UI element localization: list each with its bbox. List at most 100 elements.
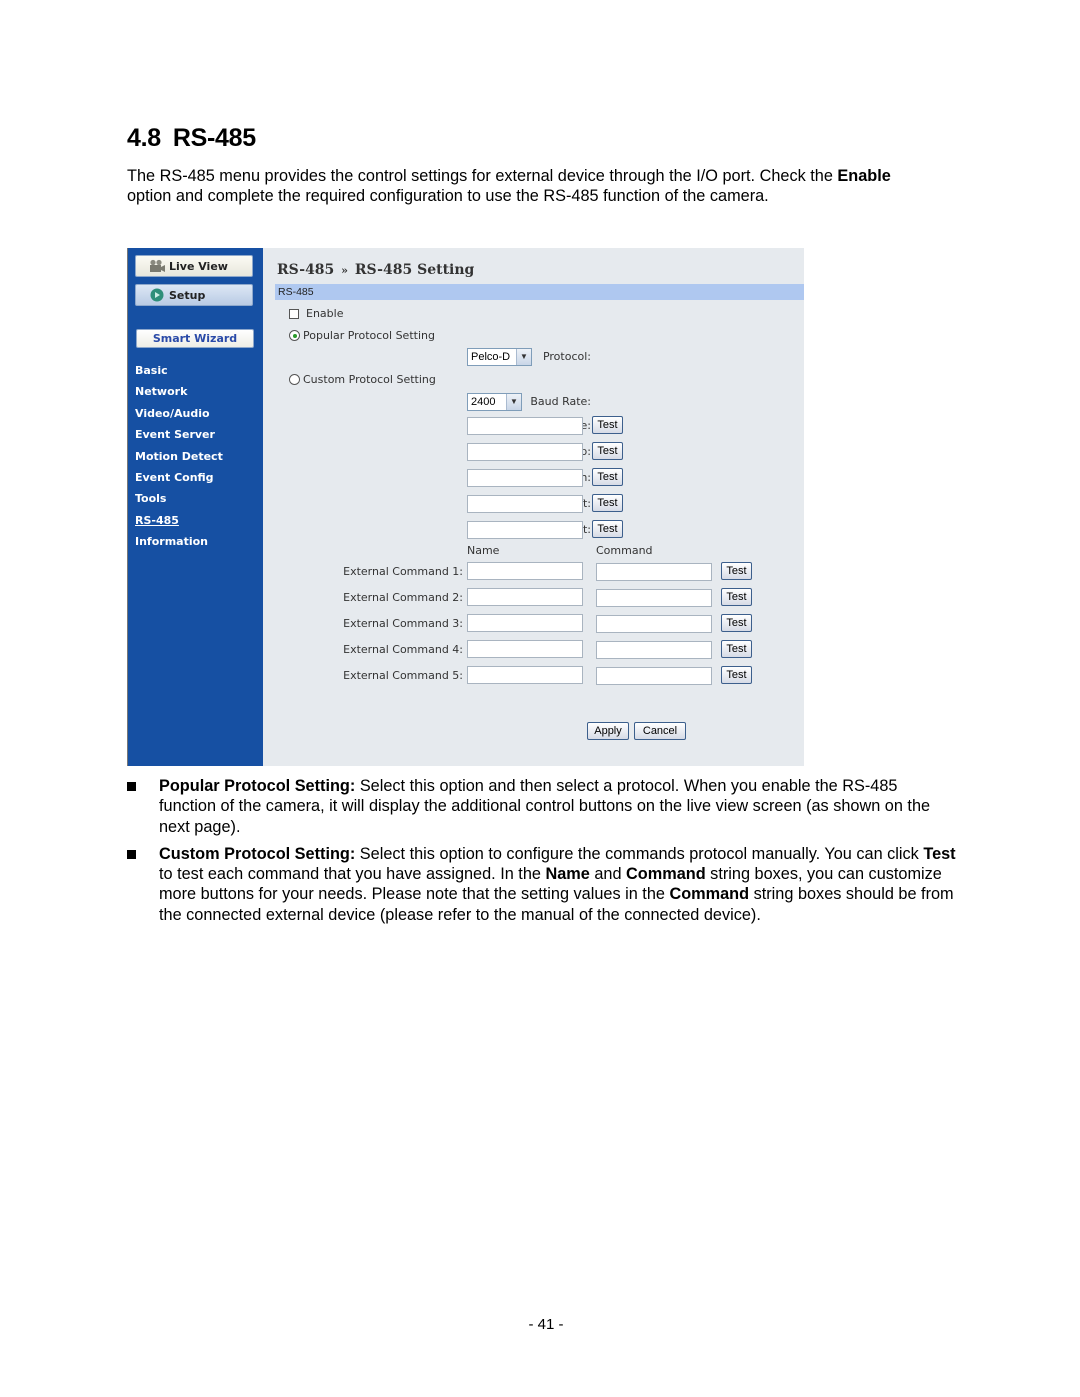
external-command-1-label: External Command 1:: [343, 565, 463, 578]
external-command-5-label: External Command 5:: [343, 669, 463, 682]
menu-label: Information: [135, 535, 208, 549]
up-input[interactable]: [467, 443, 583, 461]
right-test-button[interactable]: Test: [592, 520, 623, 538]
menu-label: Event Config: [135, 470, 214, 484]
menu-label: Motion Detect: [135, 449, 223, 463]
rs485-settings-screenshot: Live View Setup Smart Wizard Basic Netwo…: [127, 248, 804, 766]
bullet-bold: Name: [545, 865, 590, 884]
external-command-5-test-button[interactable]: Test: [721, 666, 752, 684]
up-test-button[interactable]: Test: [592, 442, 623, 460]
section-title-bar: RS-485: [275, 284, 804, 300]
setup-label: Setup: [169, 288, 206, 302]
bullet-term: Popular Protocol Setting:: [159, 777, 356, 795]
intro-text: The RS-485 menu provides the control set…: [127, 167, 838, 185]
settings-menu: Basic Network Video/Audio Event Server M…: [135, 362, 223, 555]
baud-rate-value: 2400: [471, 396, 496, 408]
external-command-2-name-input[interactable]: [467, 588, 583, 606]
section-number: 4.8: [127, 124, 161, 152]
external-command-3-command-input[interactable]: [596, 615, 712, 633]
menu-item-event-config[interactable]: Event Config: [135, 469, 223, 490]
bullet-custom-protocol: Custom Protocol Setting: Select this opt…: [127, 844, 957, 925]
menu-item-rs485[interactable]: RS-485: [135, 512, 223, 533]
chevron-down-icon: ▼: [506, 394, 521, 410]
home-test-button[interactable]: Test: [592, 416, 623, 434]
bullet-square-icon: [127, 849, 136, 859]
bullet-bold: Test: [923, 844, 956, 863]
right-input[interactable]: [467, 521, 583, 539]
setup-icon: [150, 288, 164, 302]
menu-label: Network: [135, 385, 188, 399]
custom-protocol-radio[interactable]: [289, 374, 300, 385]
intro-bold: Enable: [837, 167, 891, 185]
name-column-header: Name: [467, 544, 500, 557]
external-command-5-name-input[interactable]: [467, 666, 583, 684]
menu-item-event-server[interactable]: Event Server: [135, 426, 223, 447]
down-input[interactable]: [467, 469, 583, 487]
menu-label: Basic: [135, 364, 168, 377]
external-command-2-label: External Command 2:: [343, 591, 463, 604]
smart-wizard-button[interactable]: Smart Wizard: [136, 329, 254, 348]
menu-label: RS-485: [135, 513, 179, 527]
live-view-button[interactable]: Live View: [135, 255, 253, 277]
setup-button[interactable]: Setup: [135, 284, 253, 306]
menu-item-basic[interactable]: Basic: [135, 362, 223, 383]
menu-label: Tools: [135, 492, 167, 506]
external-command-3-label: External Command 3:: [343, 617, 463, 630]
external-command-1-test-button[interactable]: Test: [721, 562, 752, 580]
menu-item-video-audio[interactable]: Video/Audio: [135, 405, 223, 426]
popular-protocol-radio[interactable]: [289, 330, 300, 341]
menu-item-motion-detect[interactable]: Motion Detect: [135, 448, 223, 469]
intro-paragraph: The RS-485 menu provides the control set…: [127, 166, 927, 206]
menu-label: Event Server: [135, 428, 215, 442]
down-test-button[interactable]: Test: [592, 468, 623, 486]
external-command-4-test-button[interactable]: Test: [721, 640, 752, 658]
home-input[interactable]: [467, 417, 583, 435]
external-command-3-name-input[interactable]: [467, 614, 583, 632]
external-command-2-test-button[interactable]: Test: [721, 588, 752, 606]
external-command-5-command-input[interactable]: [596, 667, 712, 685]
breadcrumb: RS-485 » RS-485 Setting: [277, 262, 474, 278]
page-number: - 41 -: [528, 1316, 564, 1333]
command-column-header: Command: [596, 544, 653, 557]
breadcrumb-separator: »: [341, 264, 349, 277]
intro-text: option and complete the required configu…: [127, 187, 769, 205]
bullet-popular-protocol: Popular Protocol Setting: Select this op…: [127, 776, 957, 837]
custom-protocol-label: Custom Protocol Setting: [303, 373, 436, 386]
breadcrumb-current: RS-485 Setting: [354, 262, 475, 278]
menu-item-information[interactable]: Information: [135, 533, 223, 554]
settings-content: RS-485 » RS-485 Setting RS-485 Enable Po…: [263, 248, 804, 766]
popular-protocol-label: Popular Protocol Setting: [303, 329, 435, 342]
bullet-text: Select this option to configure the comm…: [355, 844, 924, 863]
menu-item-network[interactable]: Network: [135, 383, 223, 404]
bullet-text: to test each command that you have assig…: [159, 865, 546, 884]
left-test-button[interactable]: Test: [592, 494, 623, 512]
chevron-down-icon: ▼: [516, 349, 531, 365]
external-command-1-name-input[interactable]: [467, 562, 583, 580]
apply-button[interactable]: Apply: [587, 722, 629, 740]
bullet-bold: Command: [626, 865, 706, 884]
external-command-4-name-input[interactable]: [467, 640, 583, 658]
bullet-text: and: [589, 865, 627, 884]
baud-rate-select[interactable]: 2400 ▼: [467, 393, 522, 411]
cancel-button[interactable]: Cancel: [634, 722, 686, 740]
option-descriptions: Popular Protocol Setting: Select this op…: [127, 776, 957, 932]
external-command-3-test-button[interactable]: Test: [721, 614, 752, 632]
bullet-bold: Command: [669, 885, 750, 904]
bullet-square-icon: [127, 782, 136, 791]
external-command-2-command-input[interactable]: [596, 589, 712, 607]
section-title: RS-485: [172, 124, 256, 152]
bullet-term: Custom Protocol Setting:: [159, 844, 356, 863]
menu-label: Video/Audio: [135, 406, 210, 420]
menu-item-tools[interactable]: Tools: [135, 490, 223, 511]
external-command-4-command-input[interactable]: [596, 641, 712, 659]
external-command-4-label: External Command 4:: [343, 643, 463, 656]
camera-icon: [150, 259, 165, 272]
protocol-select[interactable]: Pelco-D ▼: [467, 348, 532, 366]
protocol-value: Pelco-D: [471, 351, 511, 363]
left-input[interactable]: [467, 495, 583, 513]
enable-label: Enable: [306, 307, 344, 320]
live-view-label: Live View: [169, 259, 228, 273]
enable-checkbox[interactable]: [289, 309, 299, 319]
external-command-1-command-input[interactable]: [596, 563, 712, 581]
section-heading: 4.8 RS-485: [127, 124, 256, 153]
